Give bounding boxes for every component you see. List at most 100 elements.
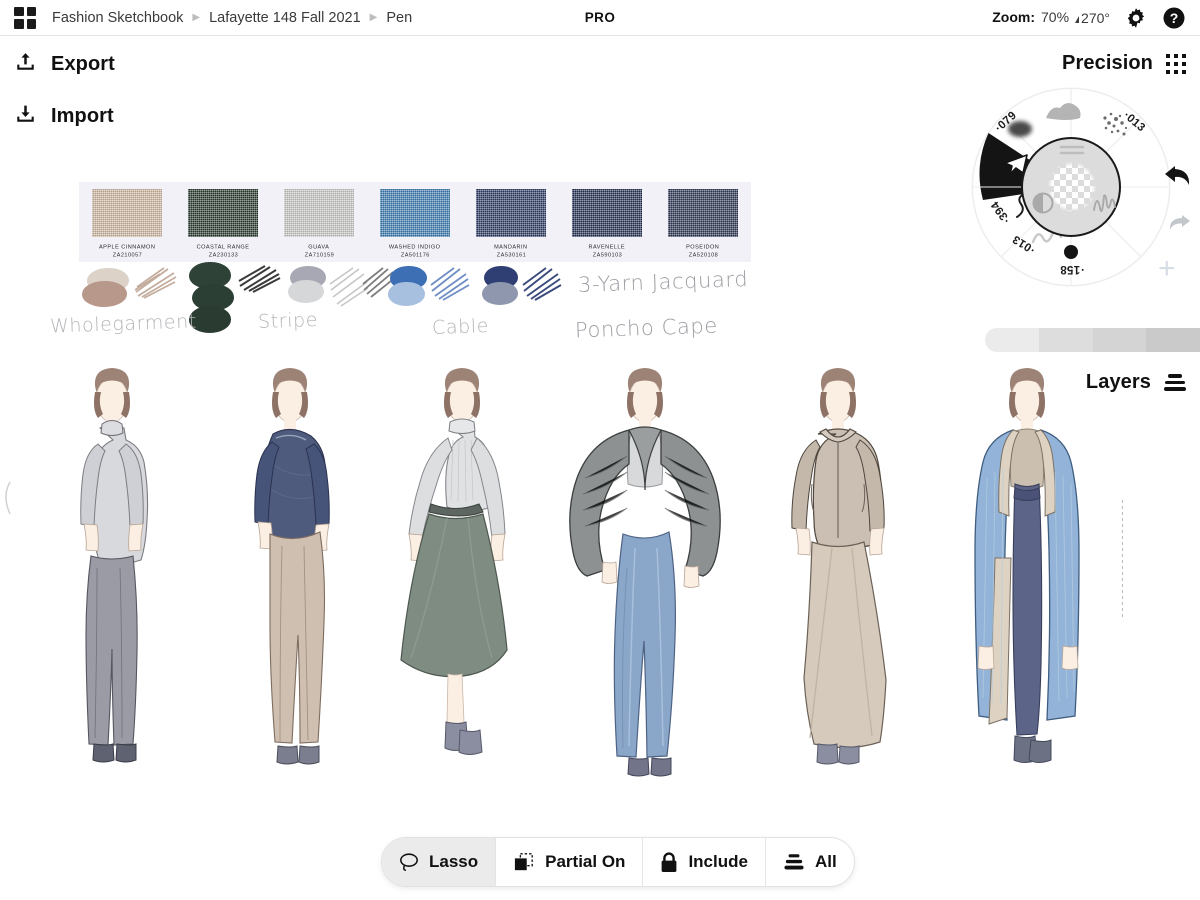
help-icon[interactable]: ? <box>1162 6 1186 30</box>
fabric-swatch-chip <box>92 189 162 237</box>
checker-transparency-icon[interactable] <box>1048 162 1096 212</box>
top-bar-right-cluster: Zoom: 70% 270° ? <box>992 6 1200 30</box>
export-label: Export <box>51 53 115 76</box>
fabric-swatch-strip: APPLE CINNAMON ZA210057 COASTAL RANGE ZA230… <box>79 182 751 262</box>
fashion-sketchbook-canvas: Fashion Sketchbook ▶ Lafayette 148 Fall … <box>0 0 1200 900</box>
opacity-segment[interactable] <box>1093 328 1147 352</box>
rotation-value: 270° <box>1081 10 1110 26</box>
opacity-segment[interactable] <box>1039 328 1093 352</box>
fabric-swatch-card[interactable]: RAVENELLE ZA590103 <box>559 182 655 262</box>
download-icon <box>14 102 37 130</box>
fabric-swatch-card[interactable]: POSEIDONZA520108 <box>655 182 751 262</box>
lasso-icon <box>399 852 419 872</box>
undo-arrow-icon[interactable] <box>1162 163 1192 189</box>
yarn-scribble-icon <box>134 266 178 300</box>
equals-icon[interactable] <box>1058 143 1086 157</box>
fabric-swatch-chip <box>188 189 258 237</box>
zoom-value: 70% <box>1041 9 1069 25</box>
partial-select-icon <box>513 852 535 872</box>
zoom-indicator[interactable]: Zoom: 70% 270° <box>992 9 1110 27</box>
fabric-swatch-card[interactable]: WASHED INDIGO ZA501176 <box>367 182 463 262</box>
svg-text:?: ? <box>1170 10 1179 26</box>
selection-toolbar: Lasso Partial On Include All <box>382 838 854 886</box>
layers-all-icon <box>783 852 805 872</box>
toolbar-button-lasso[interactable]: Lasso <box>382 838 496 886</box>
cloud-brush-icon[interactable] <box>1042 100 1084 126</box>
pressure-wave-icon[interactable] <box>1092 190 1118 214</box>
lock-icon <box>660 852 678 873</box>
radial-tool-wheel[interactable]: ·079 ·013 ·394 ·013 ·158 <box>962 88 1200 328</box>
tool-wheel-ring[interactable]: ·079 ·013 ·394 ·013 ·158 <box>972 88 1170 286</box>
croquis-figure-row <box>0 360 1200 850</box>
yarn-group-cable[interactable] <box>388 266 488 320</box>
fabric-swatch-name: WASHED INDIGO <box>389 244 441 250</box>
yarn-blob <box>482 282 518 305</box>
redo-arrow-icon[interactable] <box>1167 211 1193 233</box>
fabric-swatch-code: ZA710159 <box>304 252 333 258</box>
zoom-label: Zoom: <box>992 9 1035 25</box>
fabric-swatch-name: RAVENELLE <box>589 244 626 250</box>
breadcrumb-separator-icon: ▶ <box>370 13 378 23</box>
opacity-segment[interactable] <box>985 328 1039 352</box>
fabric-swatch-chip <box>380 189 450 237</box>
dot-grid-icon <box>1166 54 1186 74</box>
precision-label: Precision <box>1062 52 1153 75</box>
handwritten-label: Stripe <box>258 309 319 333</box>
figure-shirt-jacket-long-skirt[interactable] <box>760 368 930 838</box>
breadcrumb-item-tool[interactable]: Pen <box>386 10 412 26</box>
breadcrumb-item-project[interactable]: Lafayette 148 Fall 2021 <box>209 10 361 26</box>
import-button[interactable]: Import <box>14 102 114 130</box>
fabric-swatch-card[interactable]: COASTAL RANGE ZA230133 <box>175 182 271 262</box>
gear-icon[interactable] <box>1124 6 1148 30</box>
fabric-swatch-card[interactable]: APPLE CINNAMON ZA210057 <box>79 182 175 262</box>
figure-white-top-green-skirt[interactable] <box>378 368 538 838</box>
figure-turtleneck-trousers[interactable] <box>48 368 208 838</box>
yarn-group-jacquard[interactable] <box>482 266 592 320</box>
fabric-swatch-card[interactable]: GUAVAZA710159 <box>271 182 367 262</box>
figure-navy-top-taupe-pants[interactable] <box>228 368 378 838</box>
wheel-value-5[interactable]: ·158 <box>1060 263 1084 275</box>
angle-icon <box>1075 16 1079 23</box>
fabric-swatch-card[interactable]: MANDARINZA530161 <box>463 182 559 262</box>
figure-long-blue-coat[interactable] <box>965 368 1115 838</box>
fabric-swatch-chip <box>572 189 642 237</box>
grid-menu-icon[interactable] <box>14 7 36 29</box>
fabric-swatch-name: COASTAL RANGE <box>197 244 250 250</box>
plus-icon[interactable]: + <box>1158 254 1176 284</box>
layer-opacity-segmented-bar[interactable] <box>985 328 1200 352</box>
fabric-swatch-code: ZA590103 <box>592 252 621 258</box>
breadcrumb-separator-icon: ▶ <box>192 13 200 23</box>
toolbar-button-all[interactable]: All <box>766 838 854 886</box>
toolbar-button-label: Include <box>688 852 748 872</box>
toolbar-button-label: All <box>815 852 837 872</box>
toolbar-button-label: Lasso <box>429 852 478 872</box>
yarn-blob <box>288 280 324 303</box>
toolbar-button-label: Partial On <box>545 852 625 872</box>
fabric-swatch-code: ZA501176 <box>400 252 429 258</box>
fabric-swatch-name: APPLE CINNAMON <box>99 244 155 250</box>
top-bar: Fashion Sketchbook ▶ Lafayette 148 Fall … <box>0 0 1200 36</box>
yarn-group-wholegarment[interactable] <box>82 266 192 314</box>
dot-icon[interactable] <box>1064 245 1078 259</box>
fabric-swatch-code: ZA230133 <box>208 252 237 258</box>
fabric-swatch-chip <box>284 189 354 237</box>
fabric-swatch-code: ZA210057 <box>112 252 141 258</box>
breadcrumb-item-root[interactable]: Fashion Sketchbook <box>52 10 183 26</box>
pro-badge: PRO <box>585 10 615 25</box>
toolbar-button-include[interactable]: Include <box>643 838 766 886</box>
export-button[interactable]: Export <box>14 50 115 78</box>
figure-poncho-cape-jeans[interactable] <box>565 368 745 838</box>
import-label: Import <box>51 105 114 128</box>
rotation-indicator[interactable]: 270° <box>1075 10 1110 26</box>
yarn-scribble-icon <box>238 264 282 294</box>
fabric-swatch-name: MANDARIN <box>494 244 527 250</box>
toolbar-button-partial-on[interactable]: Partial On <box>496 838 643 886</box>
precision-button[interactable]: Precision <box>1062 52 1186 75</box>
upload-icon <box>14 50 37 78</box>
handwritten-label: Poncho Cape <box>575 314 719 343</box>
contrast-icon[interactable] <box>1032 192 1054 214</box>
breadcrumb: Fashion Sketchbook ▶ Lafayette 148 Fall … <box>52 10 412 26</box>
fabric-swatch-chip <box>668 189 738 237</box>
yarn-blob <box>388 282 425 306</box>
opacity-segment[interactable] <box>1146 328 1200 352</box>
